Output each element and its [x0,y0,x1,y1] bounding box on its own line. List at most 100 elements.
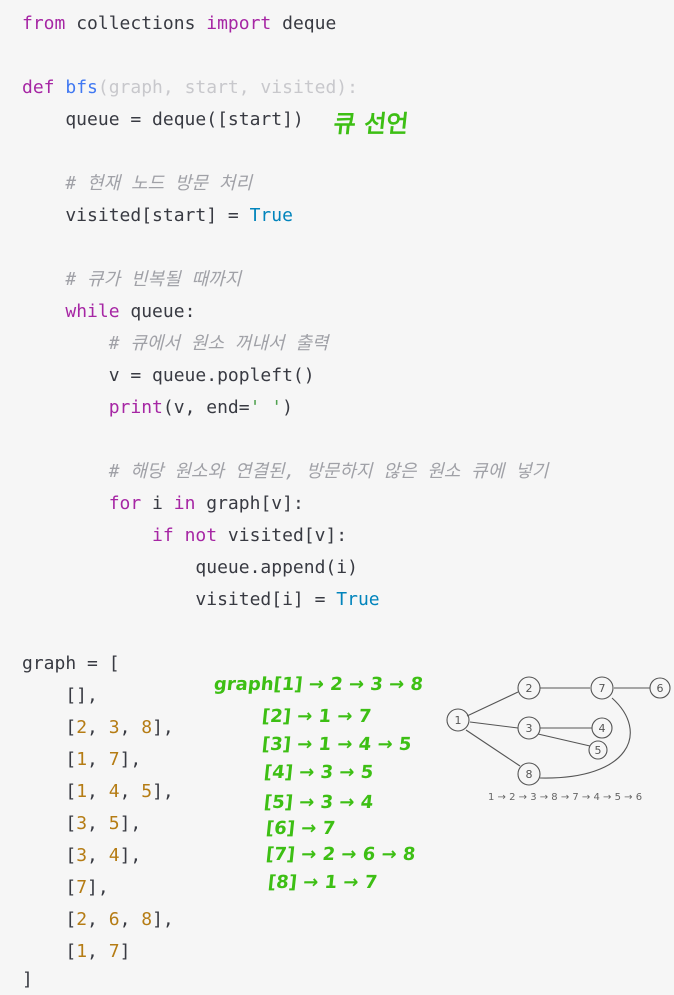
node-label: 1 [455,714,462,727]
code-screenshot: from collections import deque def bfs(gr… [0,0,674,995]
import-name: deque [271,13,337,34]
row-open: [ [22,909,77,930]
print-args: (v, end= [162,397,250,418]
handwritten-adjacency-8: [8] → 1 → 7 [266,872,379,893]
node-3: 3 [517,716,541,740]
popleft-statement: v = queue.popleft() [22,365,315,386]
graph-row-5: [3, 4], [22,844,141,868]
code-line-visited-start: visited[start] = True [22,204,293,228]
queue-statement: queue = deque([start]) [22,109,304,130]
comment-pop: # 큐에서 원소 꺼내서 출력 [22,332,329,356]
node-6: 6 [649,677,671,699]
graph-row-8: [1, 7] [22,940,130,964]
sep: , [87,781,109,802]
code-line-graph-close: ] [22,968,33,992]
number: 3 [76,845,88,866]
node-1: 1 [446,708,470,732]
handwritten-adjacency-5: [5] → 3 → 4 [262,792,375,813]
function-name: bfs [65,77,98,98]
handwritten-queue-note: 큐 선언 [332,110,410,138]
sep: , [87,813,109,834]
string-literal: ' ' [249,397,283,418]
number: 7 [108,941,120,962]
assign-text: visited[start] = [22,205,250,226]
assign-text: visited[i] = [22,589,337,610]
node-label: 8 [526,768,533,781]
close-paren: ) [282,397,293,418]
edge-1-2 [466,691,519,717]
row-open: [ [22,845,77,866]
comment-visit: # 현재 노드 방문 처리 [22,172,252,196]
comment-text: # 큐에서 원소 꺼내서 출력 [22,333,329,354]
node-5: 5 [588,740,608,760]
row-close: ], [119,845,142,866]
number: 5 [141,781,153,802]
graph-row-4: [3, 5], [22,812,141,836]
edge-1-8 [465,729,521,767]
number: 1 [76,941,88,962]
keyword-for: for [108,493,142,514]
row-close: ] [119,941,131,962]
sep: , [87,717,109,738]
code-line-if: if not visited[v]: [22,524,347,548]
edge-1-3 [469,721,519,729]
keyword-from: from [22,13,66,34]
graph-row-6: [7], [22,876,109,900]
row-close: ], [152,909,174,930]
row-open: [ [22,877,77,898]
comment-text: # 현재 노드 방문 처리 [22,173,253,194]
sep: , [119,717,142,738]
node-label: 3 [526,722,533,735]
code-line-while: while queue: [22,300,195,324]
keyword-while: while [65,301,120,322]
code-line-for: for i in graph[v]: [22,492,304,516]
keyword-import: import [206,13,272,34]
if-condition: visited[v]: [217,525,348,546]
number: 2 [76,717,88,738]
handwritten-adjacency-1: graph[1] → 2 → 3 → 8 [212,674,425,695]
row-close: ], [152,781,174,802]
handwritten-adjacency-7: [7] → 2 → 6 → 8 [264,844,417,865]
node-2: 2 [517,676,541,700]
true-literal: True [249,205,293,226]
sep: , [87,909,109,930]
row-open: [ [22,813,77,834]
number: 7 [76,877,88,898]
loop-var: i [141,493,174,514]
row-close: ], [87,877,109,898]
iterable: graph[v]: [195,493,304,514]
row-close: ], [152,717,174,738]
number: 5 [108,813,120,834]
graph-row-0: [], [22,684,98,708]
number: 7 [108,749,120,770]
code-line-append: queue.append(i) [22,556,358,580]
row-close: ], [119,813,142,834]
graph-row-2: [1, 7], [22,748,141,772]
number: 8 [141,717,153,738]
handwritten-adjacency-3: [3] → 1 → 4 → 5 [260,734,413,755]
while-condition: queue: [119,301,196,322]
graph-row-1: [2, 3, 8], [22,716,174,740]
number: 4 [108,845,120,866]
edge-3-5 [537,733,591,747]
code-line-graph: graph = [ [22,652,120,676]
graph-row-7: [2, 6, 8], [22,908,174,932]
code-line-print: print(v, end=' ') [22,396,293,420]
code-line-import: from collections import deque [22,12,336,36]
keyword-def: def [22,77,55,98]
graph-diagram: 1 2 3 4 5 6 7 8 [446,676,671,786]
comment-text: # 해당 원소와 연결된, 방문하지 않은 원소 큐에 넣기 [22,461,549,482]
sep: , [87,845,109,866]
node-8: 8 [517,762,541,786]
handwritten-adjacency-4: [4] → 3 → 5 [262,762,375,783]
append-statement: queue.append(i) [22,557,358,578]
row-text: [], [22,685,98,706]
comment-loop: # 큐가 빈복될 때까지 [22,268,241,292]
function-params: (graph, start, visited): [97,77,358,98]
handwritten-adjacency-6: [6] → 7 [264,818,337,839]
node-4: 4 [591,717,613,739]
